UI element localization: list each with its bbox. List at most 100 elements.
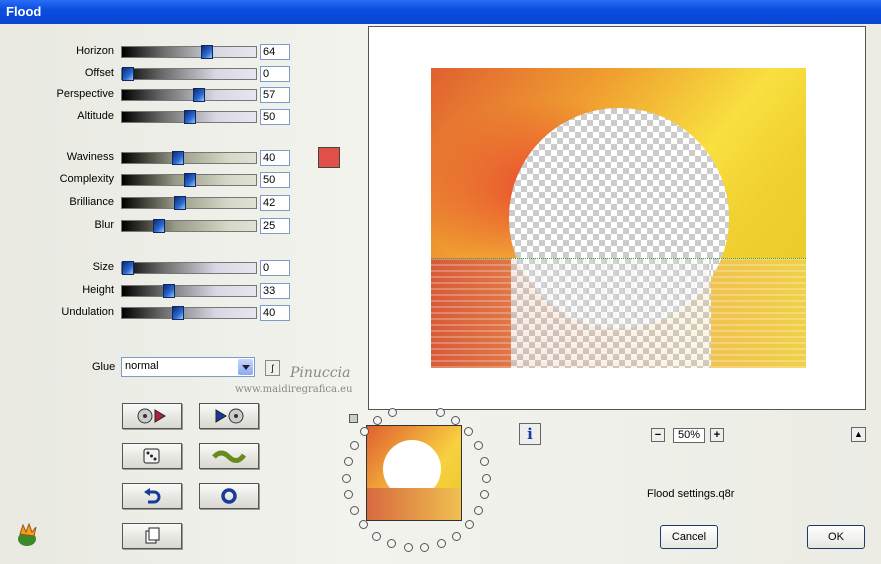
reset-icon (221, 488, 237, 504)
save-preset-button[interactable] (122, 403, 182, 429)
navigator-dot (359, 520, 368, 529)
value-field-undulation[interactable]: 40 (260, 305, 290, 321)
value-field-perspective[interactable]: 57 (260, 87, 290, 103)
app-logo-icon (18, 522, 37, 546)
slider-row-offset: Offset 0 (0, 64, 300, 84)
slider-row-height: Height 33 (0, 281, 300, 301)
slider-label-perspective: Perspective (56, 88, 114, 100)
slider-row-altitude: Altitude 50 (0, 107, 300, 127)
slider-track-complexity[interactable] (121, 173, 257, 187)
slider-track-perspective[interactable] (121, 88, 257, 102)
slider-thumb-blur[interactable] (153, 219, 165, 233)
navigator-dot (436, 408, 445, 417)
watermark-name: Pinuccia (290, 365, 351, 381)
slider-label-altitude: Altitude (77, 110, 114, 122)
navigator-dot (474, 506, 483, 515)
value-field-complexity[interactable]: 50 (260, 172, 290, 188)
slider-track-altitude[interactable] (121, 110, 257, 124)
navigator-dot (344, 490, 353, 499)
slider-track-size[interactable] (121, 261, 257, 275)
horizon-line[interactable] (431, 258, 806, 259)
slider-track-offset[interactable] (121, 67, 257, 81)
slider-thumb-complexity[interactable] (184, 173, 196, 187)
navigator-dot (437, 539, 446, 548)
slider-row-undulation: Undulation 40 (0, 303, 300, 323)
load-preset-button[interactable] (199, 403, 259, 429)
zoom-out-button[interactable]: − (651, 428, 665, 442)
cancel-button[interactable]: Cancel (660, 525, 718, 549)
navigator-dot (373, 416, 382, 425)
slider-row-brilliance: Brilliance 42 (0, 193, 300, 213)
pin-icon[interactable]: ʃ (265, 360, 280, 376)
random-button[interactable] (122, 443, 182, 469)
window-title: Flood (6, 4, 42, 19)
value-field-horizon[interactable]: 64 (260, 44, 290, 60)
navigator-dot (452, 532, 461, 541)
slider-thumb-waviness[interactable] (172, 151, 184, 165)
glue-value: normal (125, 360, 159, 372)
slider-track-brilliance[interactable] (121, 196, 257, 210)
slider-label-horizon: Horizon (76, 45, 114, 57)
navigator-dot (482, 474, 491, 483)
navigator-dot (451, 416, 460, 425)
slider-row-perspective: Perspective 57 (0, 85, 300, 105)
color-swatch[interactable] (318, 147, 340, 168)
value-field-altitude[interactable]: 50 (260, 109, 290, 125)
slider-thumb-altitude[interactable] (184, 110, 196, 124)
slider-row-horizon: Horizon 64 (0, 42, 300, 62)
slider-thumb-height[interactable] (163, 284, 175, 298)
slider-thumb-size[interactable] (122, 261, 134, 275)
value-field-height[interactable]: 33 (260, 283, 290, 299)
navigator-dot (465, 520, 474, 529)
slider-thumb-horizon[interactable] (201, 45, 213, 59)
slider-thumb-undulation[interactable] (172, 306, 184, 320)
slider-track-height[interactable] (121, 284, 257, 298)
slider-label-complexity: Complexity (59, 173, 114, 185)
slider-row-waviness: Waviness 40 (0, 148, 300, 168)
navigator-dot (350, 441, 359, 450)
slider-thumb-offset[interactable] (122, 67, 134, 81)
glue-select[interactable]: normal (121, 357, 255, 377)
slider-thumb-brilliance[interactable] (174, 196, 186, 210)
value-field-waviness[interactable]: 40 (260, 150, 290, 166)
value-field-size[interactable]: 0 (260, 260, 290, 276)
chevron-down-icon[interactable] (238, 359, 253, 375)
zoom-level: 50% (673, 428, 705, 443)
reset-button[interactable] (199, 483, 259, 509)
slider-label-undulation: Undulation (61, 306, 114, 318)
slider-track-undulation[interactable] (121, 306, 257, 320)
slider-thumb-perspective[interactable] (193, 88, 205, 102)
navigator-dot (344, 457, 353, 466)
copy-button[interactable] (122, 523, 182, 549)
slider-track-blur[interactable] (121, 219, 257, 233)
value-field-blur[interactable]: 25 (260, 218, 290, 234)
wave-icon (212, 450, 247, 464)
preview-image (431, 68, 806, 368)
title-bar: Flood (0, 0, 881, 24)
undo-button[interactable] (122, 483, 182, 509)
navigator-dot (480, 490, 489, 499)
transparent-reflection (511, 258, 711, 368)
info-icon[interactable]: i (519, 423, 541, 445)
value-field-offset[interactable]: 0 (260, 66, 290, 82)
navigator-thumbnail[interactable] (366, 425, 462, 521)
collapse-up-icon[interactable]: ▲ (851, 427, 866, 442)
slider-row-size: Size 0 (0, 258, 300, 278)
wave-button[interactable] (199, 443, 259, 469)
value-field-brilliance[interactable]: 42 (260, 195, 290, 211)
zoom-in-button[interactable]: + (710, 428, 724, 442)
navigator-dot (387, 539, 396, 548)
watermark-url: www.maidiregrafica.eu (235, 384, 353, 395)
undo-icon (144, 488, 161, 504)
load-preset-icon (215, 408, 244, 424)
navigator-dot (360, 427, 369, 436)
navigator-dot (474, 441, 483, 450)
slider-track-waviness[interactable] (121, 151, 257, 165)
slider-track-horizon[interactable] (121, 45, 257, 59)
slider-label-height: Height (82, 284, 114, 296)
navigator-handle[interactable] (349, 414, 358, 423)
preview-area[interactable] (368, 26, 866, 410)
ok-button[interactable]: OK (807, 525, 865, 549)
slider-label-blur: Blur (94, 219, 114, 231)
slider-label-offset: Offset (84, 67, 114, 79)
